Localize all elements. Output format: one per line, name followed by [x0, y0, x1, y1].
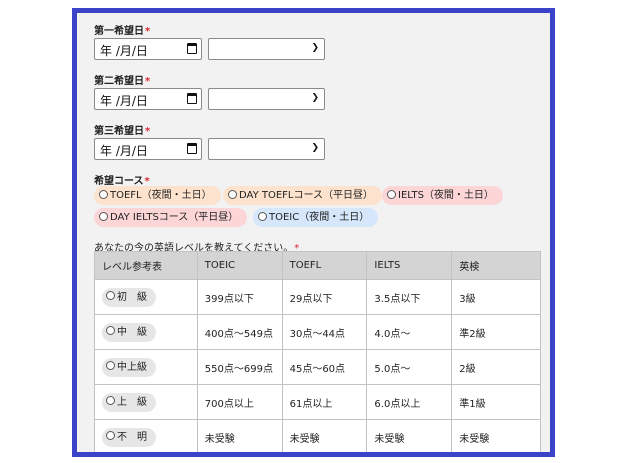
calendar-icon[interactable]: [187, 93, 197, 104]
cell-toeic: 399点以下: [196, 279, 283, 315]
course-option-toeic-evening[interactable]: TOEIC（夜間・土日）: [253, 208, 379, 227]
level-option-upper-intermediate[interactable]: 中上級: [102, 357, 156, 377]
cell-toefl: 61点以上: [281, 384, 368, 420]
cell-eiken: 準1級: [451, 384, 541, 420]
cell-toeic: 700点以上: [196, 384, 283, 420]
table-header-row: レベル参考表 TOEIC TOEFL IELTS 英検: [94, 251, 541, 280]
level-option-unknown[interactable]: 不 明: [102, 427, 156, 447]
chevron-down-icon: ❯: [311, 93, 319, 103]
cell-ielts: 4.0点〜: [366, 314, 453, 350]
cell-toefl: 30点〜44点: [281, 314, 368, 350]
radio-circle-icon[interactable]: [106, 431, 115, 440]
level-reference-table: レベル参考表 TOEIC TOEFL IELTS 英検 初 級 399点以下 2…: [94, 251, 541, 452]
radio-circle-icon[interactable]: [99, 211, 108, 221]
cell-ielts: 未受験: [366, 419, 453, 452]
radio-circle-icon[interactable]: [228, 189, 237, 199]
first-choice-date-input[interactable]: 年 /月/日: [94, 38, 202, 60]
radio-circle-icon[interactable]: [387, 189, 396, 199]
chevron-down-icon: ❯: [311, 43, 319, 53]
cell-toeic: 未受験: [196, 419, 283, 452]
required-mark: *: [145, 26, 151, 37]
cell-eiken: 準2級: [451, 314, 541, 350]
second-choice-date-label: 第二希望日*: [94, 76, 151, 87]
course-option-ielts-evening[interactable]: IELTS（夜間・土日）: [382, 186, 503, 205]
cell-toeic: 550点〜699点: [196, 349, 283, 385]
date-placeholder: 年 /月/日: [100, 44, 148, 58]
course-label: 希望コース*: [94, 176, 150, 187]
course-option-toefl-evening[interactable]: TOEFL（夜間・土日）: [94, 186, 221, 205]
required-mark: *: [145, 126, 151, 137]
radio-circle-icon[interactable]: [106, 326, 115, 335]
third-choice-date-label: 第三希望日*: [94, 126, 151, 137]
cell-ielts: 3.5点以下: [366, 279, 453, 315]
second-choice-time-select[interactable]: ❯: [208, 88, 325, 110]
cell-eiken: 未受験: [451, 419, 541, 452]
third-choice-time-select[interactable]: ❯: [208, 138, 325, 160]
radio-circle-icon[interactable]: [106, 361, 115, 370]
level-option-beginner[interactable]: 初 級: [102, 287, 156, 307]
third-choice-date-input[interactable]: 年 /月/日: [94, 138, 202, 160]
radio-circle-icon[interactable]: [106, 396, 115, 405]
cell-eiken: 3級: [451, 279, 541, 315]
course-option-day-toefl[interactable]: DAY TOEFLコース（平日昼）: [223, 186, 382, 205]
course-option-day-ielts[interactable]: DAY IELTSコース（平日昼）: [94, 208, 248, 227]
cell-ielts: 5.0点〜: [366, 349, 453, 385]
table-row: 不 明 未受験 未受験 未受験 未受験: [94, 419, 541, 452]
cell-toefl: 未受験: [281, 419, 368, 452]
first-choice-date-label: 第一希望日*: [94, 26, 151, 37]
date-placeholder: 年 /月/日: [100, 94, 148, 108]
cell-eiken: 2級: [451, 349, 541, 385]
level-option-intermediate[interactable]: 中 級: [102, 322, 156, 342]
calendar-icon[interactable]: [187, 43, 197, 54]
header-ielts: IELTS: [366, 251, 453, 280]
table-row: 上 級 700点以上 61点以上 6.0点以上 準1級: [94, 384, 541, 420]
radio-circle-icon[interactable]: [106, 291, 115, 300]
required-mark: *: [145, 76, 151, 87]
level-option-advanced[interactable]: 上 級: [102, 392, 156, 412]
header-level: レベル参考表: [94, 251, 198, 280]
radio-circle-icon[interactable]: [258, 211, 267, 221]
cell-toeic: 400点〜549点: [196, 314, 283, 350]
first-choice-time-select[interactable]: ❯: [208, 38, 325, 60]
table-row: 中 級 400点〜549点 30点〜44点 4.0点〜 準2級: [94, 314, 541, 350]
radio-circle-icon[interactable]: [99, 189, 108, 199]
date-placeholder: 年 /月/日: [100, 144, 148, 158]
table-row: 中上級 550点〜699点 45点〜60点 5.0点〜 2級: [94, 349, 541, 385]
cell-toefl: 45点〜60点: [281, 349, 368, 385]
second-choice-date-input[interactable]: 年 /月/日: [94, 88, 202, 110]
table-row: 初 級 399点以下 29点以下 3.5点以下 3級: [94, 279, 541, 315]
header-toeic: TOEIC: [196, 251, 283, 280]
header-toefl: TOEFL: [281, 251, 368, 280]
chevron-down-icon: ❯: [311, 143, 319, 153]
reservation-form-panel: 第一希望日* 年 /月/日 ❯ 第二希望日* 年 /月/日 ❯ 第三希望日* 年…: [72, 8, 555, 457]
header-eiken: 英検: [451, 251, 541, 280]
cell-toefl: 29点以下: [281, 279, 368, 315]
calendar-icon[interactable]: [187, 143, 197, 154]
cell-ielts: 6.0点以上: [366, 384, 453, 420]
